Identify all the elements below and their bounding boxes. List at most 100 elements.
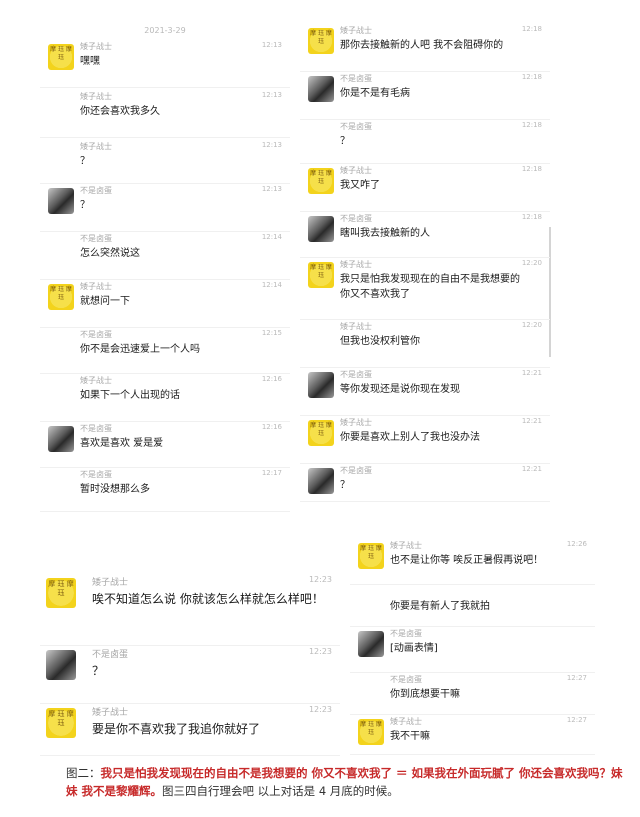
message-time: 12:23 [308, 705, 332, 714]
chat-message[interactable]: 不是卤蛋 12:16 喜欢是喜欢 爱是爱 [40, 422, 290, 468]
avatar[interactable] [358, 543, 384, 569]
chat-message[interactable]: 矮子战士 12:13 嘿嘿 [40, 40, 290, 88]
chat-panel-3: 矮子战士 12:23 唉不知道怎么说 你就该怎么样就怎么样吧！ 不是卤蛋 12:23 ？ 矮… [40, 570, 340, 760]
chat-message[interactable]: 不是卤蛋 12:18 ？ [300, 120, 550, 164]
message-time: 12:21 [521, 369, 542, 377]
chat-message[interactable]: 不是卤蛋 [动画表情] [350, 627, 595, 673]
chat-panel-1: 2021-3-29 矮子战士12:13嘿嘿矮子战士12:13你还会喜欢我多久矮子… [40, 22, 290, 512]
chat-message[interactable]: 矮子战士 12:13 你还会喜欢我多久 [40, 90, 290, 138]
chat-message[interactable]: 矮子战士 12:14 就想问一下 [40, 280, 290, 328]
message-text: 瞎叫我去接触新的人 [340, 228, 430, 239]
message-time: 12:14 [261, 281, 282, 289]
avatar[interactable] [308, 28, 334, 54]
avatar[interactable] [308, 468, 334, 494]
sender-name: 矮子战士 [80, 142, 112, 151]
avatar[interactable] [46, 650, 76, 680]
chat-message[interactable]: 不是卤蛋 12:14 怎么突然说这 [40, 232, 290, 280]
message-text: ？ [80, 200, 90, 211]
message-time: 12:14 [261, 233, 282, 241]
chat-panel-4: 矮子战士 12:26 也不是让你等 唉反正暑假再说吧！ 你要是有新人了我就拍不是卤蛋 [… [350, 535, 595, 760]
message-time: 12:27 [566, 716, 587, 724]
message-text: ？ [92, 664, 105, 678]
chat-message[interactable]: 矮子战士 12:23 要是你不喜欢我了我追你就好了 [40, 704, 340, 756]
avatar[interactable] [308, 168, 334, 194]
message-text: 暂时没想那么多 [80, 484, 150, 495]
avatar[interactable] [48, 426, 74, 452]
chat-message[interactable]: 矮子战士 12:13 ？ [40, 140, 290, 184]
avatar[interactable] [308, 262, 334, 288]
message-text: ？ [340, 480, 350, 491]
sender-name: 不是卤蛋 [80, 330, 112, 339]
avatar[interactable] [358, 631, 384, 657]
message-time: 12:23 [308, 575, 332, 584]
avatar[interactable] [48, 188, 74, 214]
avatar[interactable] [308, 216, 334, 242]
caption-prefix: 图二： [66, 766, 101, 780]
message-time: 12:16 [261, 423, 282, 431]
sender-name: 不是卤蛋 [92, 650, 129, 660]
message-text: 我只是怕我发现现在的自由不是我想要的 你又不喜欢我了 [340, 274, 520, 300]
message-text: 也不是让你等 唉反正暑假再说吧！ [390, 555, 544, 566]
chat-message[interactable]: 不是卤蛋 12:21 ？ [300, 464, 550, 502]
chat-message[interactable]: 矮子战士 12:27 我不干嘛 [350, 715, 595, 755]
sender-name: 不是卤蛋 [80, 234, 112, 243]
sender-name: 不是卤蛋 [340, 214, 372, 223]
message-text: ？ [340, 136, 350, 147]
message-time: 12:18 [521, 25, 542, 33]
sender-name: 不是卤蛋 [80, 186, 112, 195]
avatar[interactable] [48, 284, 74, 310]
chat-message[interactable]: 矮子战士 12:18 那你去接触新的人吧 我不会阻碍你的 [300, 24, 550, 72]
chat-message[interactable]: 矮子战士 12:26 也不是让你等 唉反正暑假再说吧！ [350, 539, 595, 585]
message-text: 你要是有新人了我就拍 [390, 601, 490, 612]
chat-message[interactable]: 不是卤蛋 12:21 等你发现还是说你现在发现 [300, 368, 550, 416]
message-time: 12:17 [261, 469, 282, 477]
sender-name: 矮子战士 [80, 376, 112, 385]
sender-name: 矮子战士 [92, 708, 129, 718]
avatar[interactable] [48, 44, 74, 70]
sender-name: 矮子战士 [340, 166, 372, 175]
chat-message[interactable]: 矮子战士 12:16 如果下一个人出现的话 [40, 374, 290, 422]
chat-message[interactable]: 不是卤蛋 12:17 暂时没想那么多 [40, 468, 290, 512]
message-text: 如果下一个人出现的话 [80, 390, 180, 401]
sender-name: 不是卤蛋 [340, 74, 372, 83]
message-text: 我不干嘛 [390, 731, 430, 742]
message-time: 12:13 [261, 141, 282, 149]
chat-message[interactable]: 不是卤蛋 12:18 瞎叫我去接触新的人 [300, 212, 550, 258]
avatar[interactable] [308, 420, 334, 446]
chat-message[interactable]: 矮子战士 12:20 但我也没权利管你 [300, 320, 550, 368]
message-time: 12:16 [261, 375, 282, 383]
sender-name: 不是卤蛋 [80, 470, 112, 479]
chat-message[interactable]: 矮子战士 12:21 你要是喜欢上别人了我也没办法 [300, 416, 550, 464]
chat-message[interactable]: 不是卤蛋 12:13 ？ [40, 184, 290, 232]
avatar[interactable] [46, 708, 76, 738]
message-time: 12:20 [521, 321, 542, 329]
date-separator: 2021-3-29 [144, 26, 186, 35]
avatar[interactable] [358, 719, 384, 745]
chat-message[interactable]: 矮子战士 12:20我只是怕我发现现在的自由不是我想要的 你又不喜欢我了 [300, 258, 550, 320]
avatar[interactable] [46, 578, 76, 608]
sender-name: 矮子战士 [340, 322, 372, 331]
message-text: 你还会喜欢我多久 [80, 106, 160, 117]
message-time: 12:15 [261, 329, 282, 337]
message-time: 12:18 [521, 121, 542, 129]
avatar[interactable] [308, 76, 334, 102]
message-text: 就想问一下 [80, 296, 130, 307]
chat-message[interactable]: 不是卤蛋 12:15 你不是会迅速爱上一个人吗 [40, 328, 290, 374]
avatar[interactable] [308, 372, 334, 398]
message-text: 那你去接触新的人吧 我不会阻碍你的 [340, 40, 504, 51]
sender-name: 矮子战士 [340, 260, 372, 269]
sender-name: 不是卤蛋 [390, 675, 422, 684]
sender-name: 不是卤蛋 [340, 122, 372, 131]
chat-message[interactable]: 不是卤蛋 12:18 你是不是有毛病 [300, 72, 550, 120]
message-time: 12:23 [308, 647, 332, 656]
chat-message[interactable]: 不是卤蛋 12:23 ？ [40, 646, 340, 704]
chat-message[interactable]: 矮子战士 12:23 唉不知道怎么说 你就该怎么样就怎么样吧！ [40, 574, 340, 646]
message-time: 12:21 [521, 417, 542, 425]
sender-name: 不是卤蛋 [340, 466, 372, 475]
sender-name: 不是卤蛋 [390, 629, 422, 638]
chat-message[interactable]: 矮子战士 12:18 我又咋了 [300, 164, 550, 212]
chat-message[interactable]: 你要是有新人了我就拍 [350, 585, 595, 627]
message-time: 12:13 [261, 91, 282, 99]
sender-name: 矮子战士 [80, 282, 112, 291]
chat-message[interactable]: 不是卤蛋 12:27 你到底想要干嘛 [350, 673, 595, 715]
